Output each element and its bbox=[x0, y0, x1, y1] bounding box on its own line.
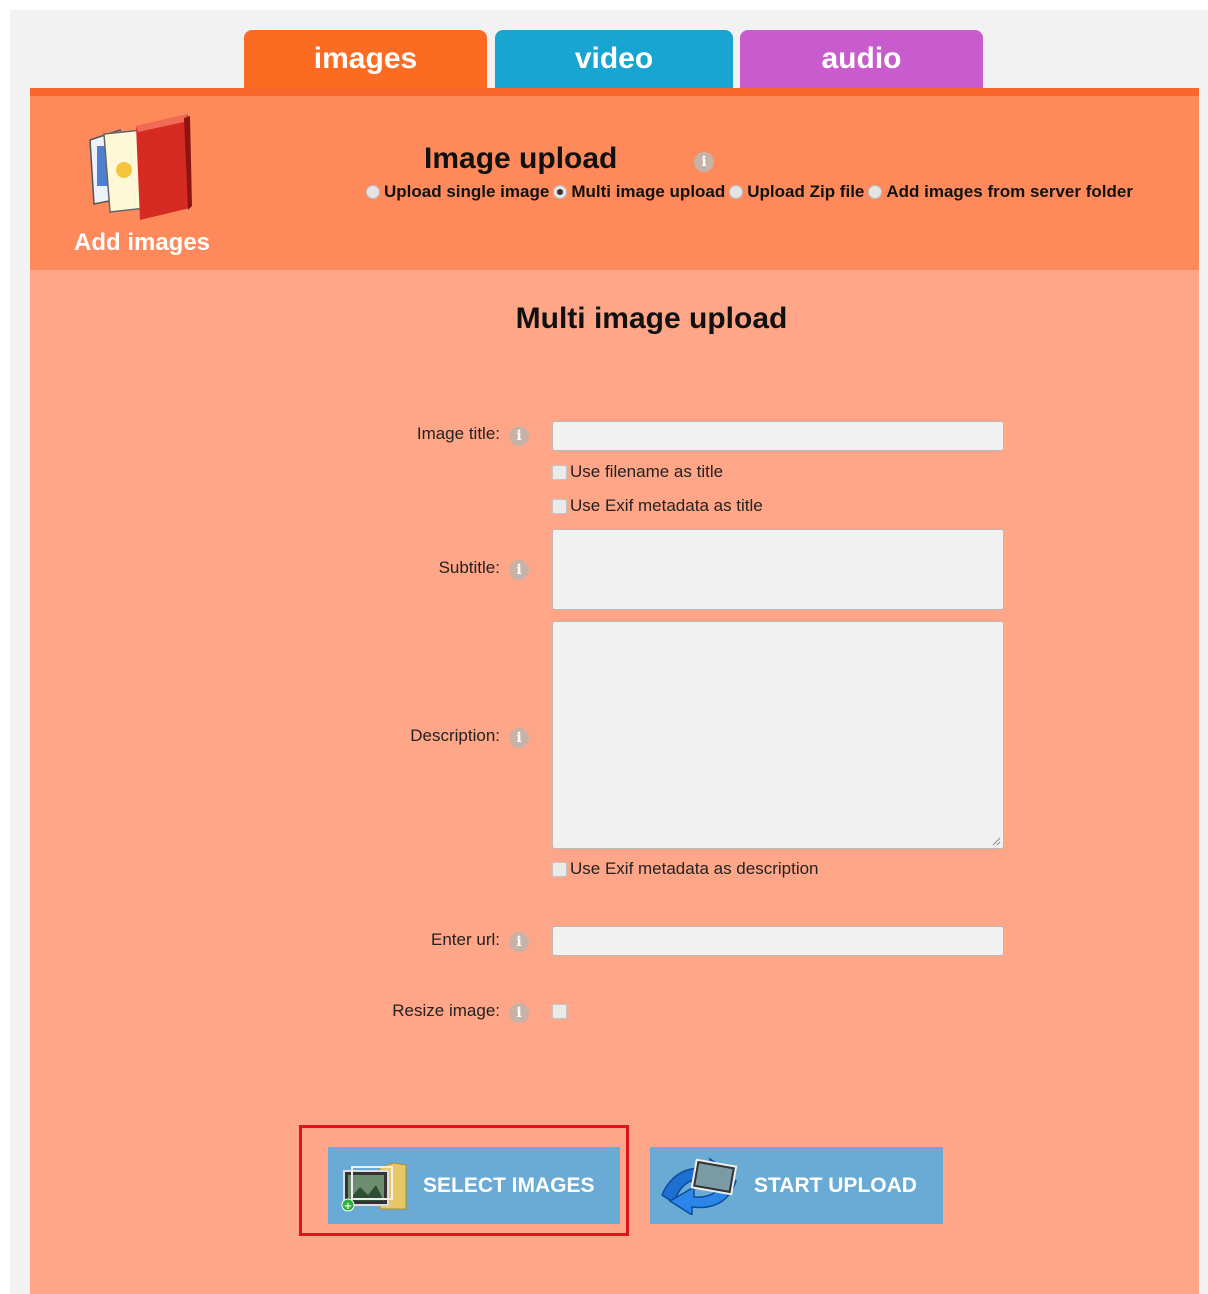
subtitle-textarea[interactable] bbox=[552, 529, 1004, 610]
tab-video-label: video bbox=[574, 42, 654, 75]
info-icon[interactable]: i bbox=[509, 932, 529, 952]
start-upload-label: START UPLOAD bbox=[754, 1173, 917, 1197]
info-icon[interactable]: i bbox=[509, 426, 529, 446]
tab-video[interactable]: video bbox=[495, 30, 733, 88]
info-icon[interactable]: i bbox=[694, 152, 714, 172]
info-icon[interactable]: i bbox=[509, 560, 529, 580]
mode-upload-single[interactable]: Upload single image bbox=[366, 182, 549, 202]
tab-images[interactable]: images bbox=[244, 30, 487, 88]
checkbox-label: Use filename as title bbox=[570, 462, 724, 481]
upload-form: Multi image upload Image title: i Use fi… bbox=[30, 270, 1199, 1294]
resize-image-checkbox[interactable] bbox=[552, 1004, 567, 1019]
checkbox-icon[interactable] bbox=[552, 498, 567, 514]
select-images-button[interactable]: + SELECT IMAGES bbox=[328, 1147, 620, 1224]
tab-audio[interactable]: audio bbox=[740, 30, 983, 88]
use-filename-checkbox[interactable]: Use filename as title bbox=[552, 462, 723, 482]
mode-label: Upload Zip file bbox=[747, 182, 865, 201]
add-images-icon bbox=[89, 114, 192, 220]
images-folder-icon: + bbox=[341, 1162, 407, 1212]
checkbox-icon[interactable] bbox=[552, 464, 567, 480]
mode-label: Add images from server folder bbox=[886, 182, 1133, 201]
description-textarea[interactable] bbox=[552, 621, 1004, 849]
tab-audio-label: audio bbox=[821, 42, 902, 75]
upload-arrow-icon bbox=[661, 1157, 738, 1215]
page-title: Image upload bbox=[424, 142, 618, 175]
info-icon[interactable]: i bbox=[509, 1003, 529, 1023]
radio-icon[interactable] bbox=[729, 185, 744, 199]
mode-server-folder[interactable]: Add images from server folder bbox=[868, 182, 1133, 202]
mode-label: Multi image upload bbox=[571, 182, 726, 201]
mode-multi-upload[interactable]: Multi image upload bbox=[553, 182, 725, 202]
tab-divider bbox=[30, 88, 1199, 96]
info-icon[interactable]: i bbox=[509, 728, 529, 748]
use-exif-title-checkbox[interactable]: Use Exif metadata as title bbox=[552, 496, 763, 516]
image-title-input[interactable] bbox=[552, 421, 1004, 451]
upload-header: Add images Image upload i Upload single … bbox=[30, 96, 1199, 270]
form-title: Multi image upload bbox=[515, 302, 788, 335]
image-title-label: Image title: bbox=[416, 424, 500, 443]
mode-label: Upload single image bbox=[384, 182, 550, 201]
select-images-label: SELECT IMAGES bbox=[423, 1173, 595, 1197]
resize-grip-icon[interactable] bbox=[991, 836, 1001, 846]
checkbox-label: Use Exif metadata as title bbox=[570, 496, 763, 515]
url-input[interactable] bbox=[552, 926, 1004, 956]
use-exif-description-checkbox[interactable]: Use Exif metadata as description bbox=[552, 859, 819, 879]
radio-selected-icon[interactable] bbox=[553, 185, 568, 199]
subtitle-label: Subtitle: bbox=[438, 558, 500, 577]
tab-images-label: images bbox=[313, 42, 418, 75]
add-images-label: Add images bbox=[74, 229, 211, 256]
svg-text:+: + bbox=[344, 1201, 352, 1212]
upload-mode-group: Upload single image Multi image upload U… bbox=[366, 182, 1137, 202]
radio-icon[interactable] bbox=[366, 185, 380, 199]
start-upload-button[interactable]: START UPLOAD bbox=[650, 1147, 943, 1224]
description-label: Description: bbox=[410, 726, 500, 745]
radio-icon[interactable] bbox=[868, 185, 883, 199]
resize-label: Resize image: bbox=[392, 1001, 500, 1020]
checkbox-label: Use Exif metadata as description bbox=[570, 859, 819, 878]
checkbox-icon[interactable] bbox=[552, 861, 567, 877]
mode-upload-zip[interactable]: Upload Zip file bbox=[729, 182, 864, 202]
url-label: Enter url: bbox=[431, 930, 500, 949]
